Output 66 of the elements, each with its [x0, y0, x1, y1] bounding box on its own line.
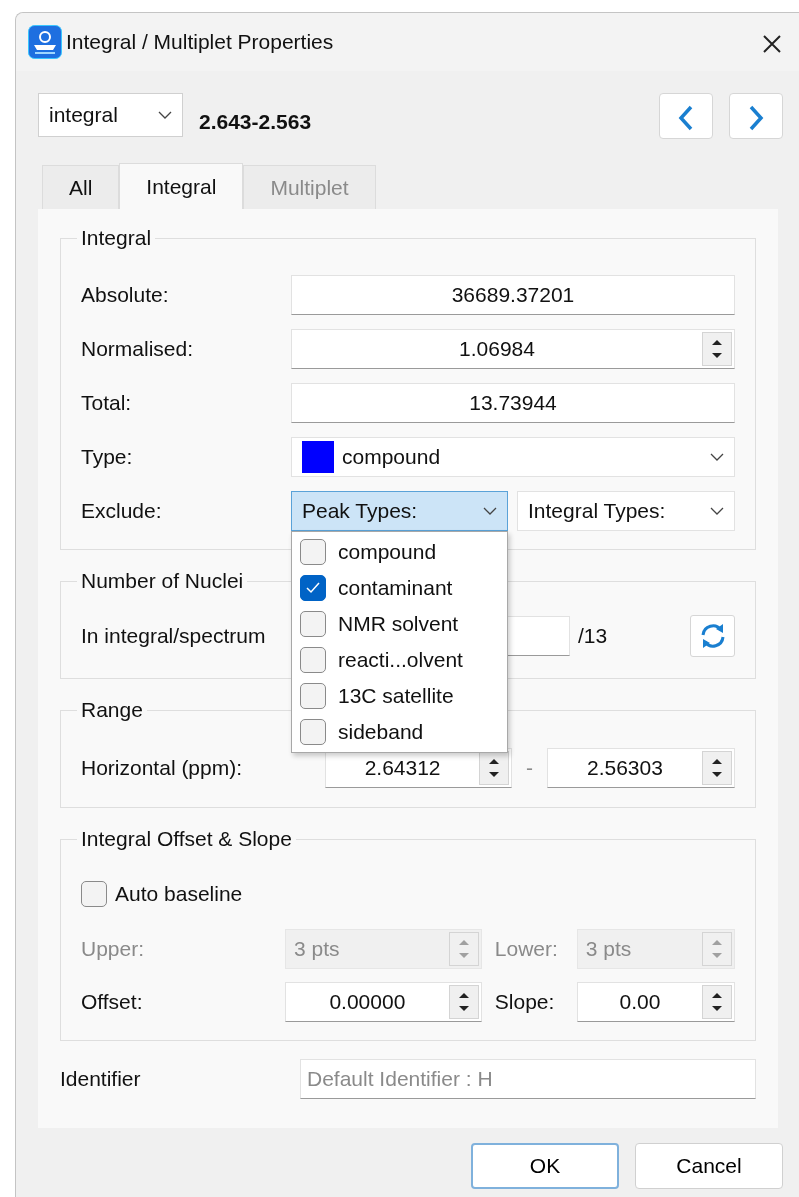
app-icon [28, 25, 62, 59]
field-label: Upper: [81, 936, 146, 963]
peak-types-dropdown[interactable]: Peak Types: [291, 491, 508, 531]
field-label: Exclude: [81, 498, 163, 525]
dialog-button[interactable]: Cancel [635, 1143, 783, 1189]
chevron-down-icon [483, 507, 497, 515]
field-label: Normalised: [81, 336, 195, 363]
dialog-button[interactable]: OK [471, 1143, 619, 1189]
group-title: Integral [80, 225, 153, 251]
checkbox[interactable] [81, 881, 107, 907]
refresh-button[interactable] [690, 615, 735, 657]
next-button[interactable] [729, 93, 783, 139]
range-label: 2.643-2.563 [199, 109, 312, 136]
checkbox[interactable] [300, 611, 326, 637]
window-title: Integral / Multiplet Properties [66, 29, 334, 56]
checkbox-label: Auto baseline [115, 881, 243, 908]
spin-box[interactable]: 0.00 [576, 982, 735, 1022]
spin-arrows-icon[interactable] [702, 985, 732, 1019]
menu-item-label[interactable]: contaminant [338, 572, 453, 604]
tab[interactable]: Integral [119, 163, 244, 209]
group-title: Integral Offset & Slope [80, 826, 293, 852]
identifier-input-field[interactable]: Default Identifier : H [300, 1059, 756, 1099]
spin-box[interactable]: 2.56303 [546, 748, 735, 788]
menu-item-label[interactable]: NMR solvent [338, 608, 459, 640]
type-dropdown[interactable]: compound [291, 437, 735, 477]
chevron-down-icon [710, 453, 724, 461]
spin-arrows-icon[interactable] [702, 751, 732, 785]
field-label: Lower: [494, 936, 559, 963]
menu-item-label[interactable]: sideband [338, 716, 424, 748]
checkbox[interactable] [300, 719, 326, 745]
spin-box[interactable]: 0.00000 [285, 982, 482, 1022]
chevron-left-icon [678, 104, 694, 131]
checkbox[interactable] [300, 647, 326, 673]
field-label: Offset: [81, 989, 144, 1016]
chevron-down-icon [158, 111, 172, 119]
spin-box[interactable]: 1.06984 [291, 329, 735, 369]
spin-arrows-icon[interactable] [448, 985, 479, 1019]
menu-item-label[interactable]: compound [338, 536, 437, 568]
check-icon [306, 582, 320, 594]
chevron-right-icon [748, 104, 764, 131]
checkbox[interactable] [300, 539, 326, 565]
previous-button[interactable] [659, 93, 713, 139]
range-separator: - [525, 755, 534, 782]
field-label: Slope: [494, 989, 556, 1016]
menu-item-label[interactable]: 13C satellite [338, 680, 454, 712]
field-label: Horizontal (ppm): [81, 755, 244, 782]
checkbox[interactable] [300, 575, 326, 601]
field-label: Identifier [60, 1066, 142, 1093]
group-title: Range [80, 697, 144, 723]
field-label: In integral/spectrum [81, 623, 267, 650]
chevron-down-icon [710, 507, 724, 515]
value-field: 13.73944 [291, 383, 735, 423]
spin-arrows-icon[interactable] [479, 751, 510, 785]
group-title: Number of Nuclei [80, 568, 245, 594]
field-label: Total: [81, 390, 133, 417]
total-label: /13 [578, 623, 608, 650]
checkbox[interactable] [300, 683, 326, 709]
integral-types-dropdown[interactable]: Integral Types: [517, 491, 735, 531]
type-selector[interactable]: integral [38, 93, 183, 137]
tab[interactable]: All [42, 165, 120, 209]
field-label: Absolute: [81, 282, 170, 309]
menu-item-label[interactable]: reacti...olvent [338, 644, 463, 676]
value-field: 36689.37201 [291, 275, 735, 315]
close-icon [763, 34, 781, 53]
field-label: Type: [81, 444, 134, 471]
spin-arrows-icon[interactable] [702, 332, 732, 366]
